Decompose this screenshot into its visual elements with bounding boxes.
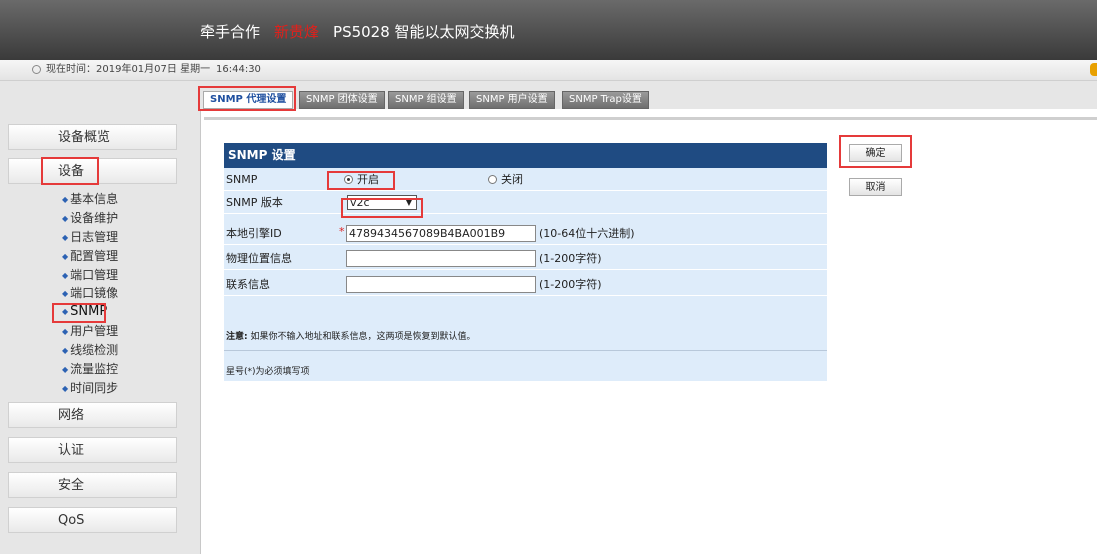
brand-logo: 新贵烽 xyxy=(274,23,320,41)
contact-row: 联系信息 (1-200字符) xyxy=(224,273,827,296)
snmp-row: SNMP 开启 关闭 xyxy=(224,168,827,191)
sidebar-item-port-management[interactable]: 端口管理 xyxy=(62,267,118,283)
sidebar-item-snmp[interactable]: SNMP xyxy=(62,304,107,320)
snmp-on-label: 开启 xyxy=(357,173,379,186)
engine-id-input[interactable] xyxy=(346,225,536,242)
brand-partner: 牵手合作 xyxy=(200,23,261,41)
nav-auth[interactable]: 认证 xyxy=(8,437,177,463)
sidebar-item-user-management[interactable]: 用户管理 xyxy=(62,323,118,339)
snmp-version-row: SNMP 版本 v2c ▼ xyxy=(224,191,827,214)
current-date: 现在时间：2019年01月07日 星期一 xyxy=(46,64,211,75)
tab-snmp-trap[interactable]: SNMP Trap设置 xyxy=(562,91,649,109)
required-note: 星号(*)为必须填写项 xyxy=(226,367,310,377)
ok-button[interactable]: 确定 xyxy=(849,144,902,162)
snmp-version-select[interactable]: v2c ▼ xyxy=(347,195,417,210)
tab-snmp-group[interactable]: SNMP 组设置 xyxy=(388,91,464,109)
sidebar-item-log-management[interactable]: 日志管理 xyxy=(62,229,118,245)
chevron-down-icon: ▼ xyxy=(405,198,412,207)
sidebar-item-device-maintenance[interactable]: 设备维护 xyxy=(62,210,118,226)
contact-hint: (1-200字符) xyxy=(539,278,602,291)
sidebar-item-basic-info[interactable]: 基本信息 xyxy=(62,191,118,207)
nav-device-overview[interactable]: 设备概览 xyxy=(8,124,177,150)
location-hint: (1-200字符) xyxy=(539,252,602,265)
tab-snmp-user[interactable]: SNMP 用户设置 xyxy=(469,91,555,109)
note-divider xyxy=(224,350,827,351)
location-input[interactable] xyxy=(346,250,536,267)
panel-header: SNMP 设置 xyxy=(224,143,827,168)
snmp-settings-panel: SNMP 设置 SNMP 开启 关闭 SNMP 版本 v2c ▼ 本地引擎ID *… xyxy=(224,143,827,381)
sidebar-item-time-sync[interactable]: 时间同步 xyxy=(62,380,118,396)
engine-id-row: 本地引擎ID * (10-64位十六进制) xyxy=(224,222,827,245)
sidebar-item-config-management[interactable]: 配置管理 xyxy=(62,248,118,264)
sidebar-item-traffic-monitor[interactable]: 流量监控 xyxy=(62,361,118,377)
brand: 牵手合作 新贵烽 PS5028 智能以太网交换机 xyxy=(200,0,515,60)
nav-network[interactable]: 网络 xyxy=(8,402,177,428)
sidebar-item-cable-test[interactable]: 线缆检测 xyxy=(62,342,118,358)
app-header: 牵手合作 新贵烽 PS5028 智能以太网交换机 xyxy=(0,0,1097,60)
location-row: 物理位置信息 (1-200字符) xyxy=(224,247,827,270)
tab-snmp-community[interactable]: SNMP 团体设置 xyxy=(299,91,385,109)
current-time: 16:44:30 xyxy=(216,64,261,75)
time-bar: 现在时间：2019年01月07日 星期一 16:44:30 xyxy=(0,60,1097,81)
snmp-off-label: 关闭 xyxy=(501,173,523,186)
engine-id-hint: (10-64位十六进制) xyxy=(539,227,635,240)
cancel-button[interactable]: 取消 xyxy=(849,178,902,196)
nav-security[interactable]: 安全 xyxy=(8,472,177,498)
note-text: 注意: 如果你不输入地址和联系信息，这两项是恢复到默认值。 xyxy=(226,332,476,342)
user-icon[interactable] xyxy=(1090,63,1097,76)
snmp-on-radio[interactable] xyxy=(344,175,353,184)
snmp-off-radio[interactable] xyxy=(488,175,497,184)
divider xyxy=(204,117,1097,120)
sidebar-item-port-mirror[interactable]: 端口镜像 xyxy=(62,285,118,301)
page-title: PS5028 智能以太网交换机 xyxy=(333,23,515,41)
contact-input[interactable] xyxy=(346,276,536,293)
nav-device[interactable]: 设备 xyxy=(8,158,177,184)
required-star: * xyxy=(339,225,345,238)
nav-qos[interactable]: QoS xyxy=(8,507,177,533)
tab-snmp-agent[interactable]: SNMP 代理设置 xyxy=(203,91,294,109)
clock-icon xyxy=(32,65,41,74)
